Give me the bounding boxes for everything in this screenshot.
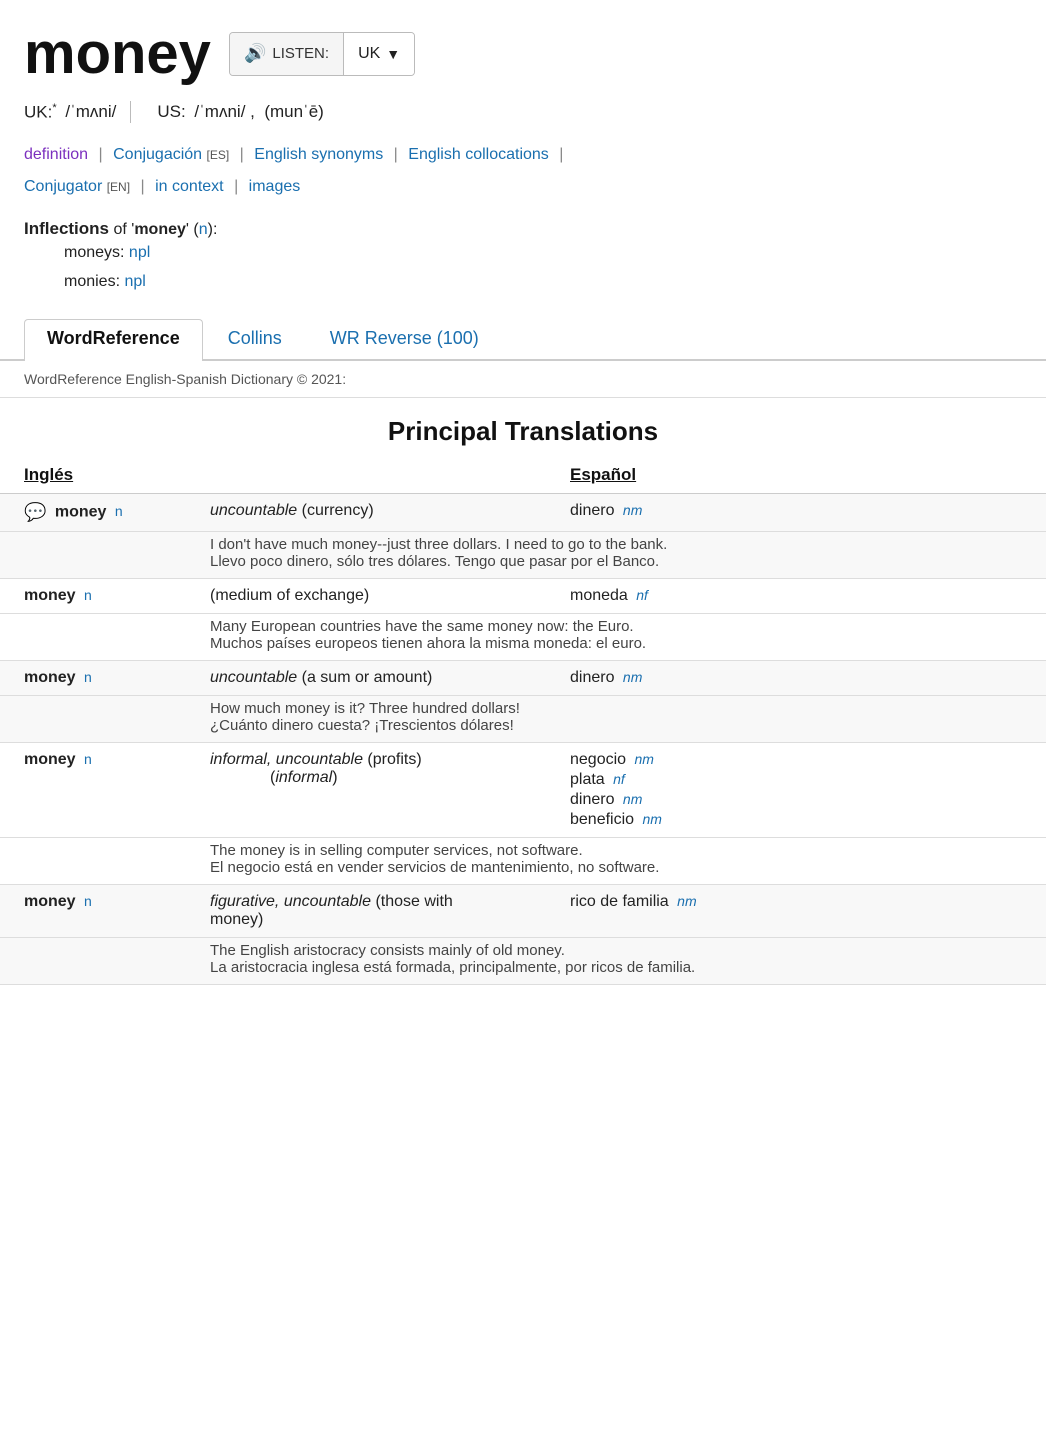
chevron-down-icon: ▼ xyxy=(386,46,400,62)
translation-cell: dinero nm xyxy=(560,493,1046,531)
uk-ipa: /ˈmʌni/ xyxy=(61,102,117,122)
link-in-context[interactable]: in context xyxy=(155,178,223,195)
tab-wr-reverse[interactable]: WR Reverse (100) xyxy=(307,319,502,359)
dict-credit: WordReference English-Spanish Dictionary… xyxy=(0,361,1046,398)
entry-pos: n xyxy=(84,669,92,685)
example-cell: Many European countries have the same mo… xyxy=(200,613,1046,660)
language-select[interactable]: UK ▼ xyxy=(344,33,414,75)
entry-pos: n xyxy=(84,587,92,603)
example-cell: The English aristocracy consists mainly … xyxy=(200,937,1046,984)
example-cell: How much money is it? Three hundred doll… xyxy=(200,695,1046,742)
translation-cell: negocio nm plata nf dinero nm beneficio … xyxy=(560,742,1046,837)
table-row: money n (medium of exchange) moneda nf xyxy=(0,578,1046,613)
table-row-example: How much money is it? Three hundred doll… xyxy=(0,695,1046,742)
link-images[interactable]: images xyxy=(249,178,301,195)
speaker-icon: 🔊 xyxy=(244,43,266,64)
section-title: Principal Translations xyxy=(0,398,1046,457)
col-header-es: Español xyxy=(560,457,1046,494)
table-row-example: I don't have much money--just three doll… xyxy=(0,531,1046,578)
inflection-monies: monies: npl xyxy=(24,268,1022,297)
translation-cell: rico de familia nm xyxy=(560,884,1046,937)
definition-cell: uncountable (a sum or amount) xyxy=(200,660,560,695)
entry-pos: n xyxy=(115,503,123,519)
table-row-example: Many European countries have the same mo… xyxy=(0,613,1046,660)
tab-collins[interactable]: Collins xyxy=(205,319,305,359)
table-row-example: The English aristocracy consists mainly … xyxy=(0,937,1046,984)
link-definition[interactable]: definition xyxy=(24,146,88,163)
entry-cell: 💬 money n xyxy=(0,493,200,531)
entry-word: money xyxy=(24,669,76,686)
pronunciation-uk: UK:* /ˈmʌni/ xyxy=(24,102,116,123)
inflection-moneys: moneys: npl xyxy=(24,239,1022,268)
entry-word: money xyxy=(24,893,76,910)
entry-cell: money n xyxy=(0,660,200,695)
example-cell: The money is in selling computer service… xyxy=(200,837,1046,884)
chat-icon: 💬 xyxy=(24,502,46,522)
example-cell: I don't have much money--just three doll… xyxy=(200,531,1046,578)
pronunciation-divider xyxy=(130,101,131,123)
entry-cell: money n xyxy=(0,578,200,613)
entry-word: money xyxy=(24,587,76,604)
uk-label: UK:* xyxy=(24,102,57,123)
selected-language: UK xyxy=(358,45,380,63)
entry-cell: money n xyxy=(0,884,200,937)
link-conjugacion[interactable]: Conjugación [ES] xyxy=(113,146,229,163)
link-collocations[interactable]: English collocations xyxy=(408,146,549,163)
entry-word: money xyxy=(55,503,107,520)
tabs-row: WordReference Collins WR Reverse (100) xyxy=(0,307,1046,361)
definition-cell: informal, uncountable (profits) (informa… xyxy=(200,742,560,837)
col-header-def xyxy=(200,457,560,494)
table-row: money n figurative, uncountable (those w… xyxy=(0,884,1046,937)
definition-cell: uncountable (currency) xyxy=(200,493,560,531)
definition-cell: figurative, uncountable (those withmoney… xyxy=(200,884,560,937)
translation-cell: moneda nf xyxy=(560,578,1046,613)
pronunciation-row: UK:* /ˈmʌni/ US: /ˈmʌni/ , (munˈē) xyxy=(0,97,1046,133)
entry-pos: n xyxy=(84,751,92,767)
header: money 🔊 LISTEN: UK ▼ xyxy=(0,0,1046,97)
entry-cell: money n xyxy=(0,742,200,837)
link-n[interactable]: n xyxy=(199,221,208,238)
translation-cell: dinero nm xyxy=(560,660,1046,695)
link-synonyms[interactable]: English synonyms xyxy=(254,146,383,163)
inflections-title: Inflections xyxy=(24,219,109,238)
listen-button[interactable]: 🔊 LISTEN: xyxy=(230,33,344,75)
table-row: money n informal, uncountable (profits) … xyxy=(0,742,1046,837)
inflections-word: of 'money' (n): xyxy=(113,221,217,238)
link-conjugator[interactable]: Conjugator [EN] xyxy=(24,178,130,195)
listen-label: LISTEN: xyxy=(272,45,329,62)
link-npl-moneys[interactable]: npl xyxy=(129,244,150,261)
inflections-section: Inflections of 'money' (n): moneys: npl … xyxy=(0,209,1046,307)
link-npl-monies[interactable]: npl xyxy=(124,273,145,290)
us-label: US: xyxy=(157,102,190,122)
links-section: definition | Conjugación [ES] | English … xyxy=(0,133,1046,209)
listen-widget: 🔊 LISTEN: UK ▼ xyxy=(229,32,415,76)
table-row-example: The money is in selling computer service… xyxy=(0,837,1046,884)
pronunciation-us: US: /ˈmʌni/ , (munˈē) xyxy=(157,102,323,122)
translation-table: Inglés Español 💬 money n uncountable (cu… xyxy=(0,457,1046,985)
table-row: money n uncountable (a sum or amount) di… xyxy=(0,660,1046,695)
definition-cell: (medium of exchange) xyxy=(200,578,560,613)
us-ipa: /ˈmʌni/ , (munˈē) xyxy=(194,102,323,122)
word-title: money xyxy=(24,20,211,87)
entry-word: money xyxy=(24,751,76,768)
tab-wordreference[interactable]: WordReference xyxy=(24,319,203,361)
col-header-en: Inglés xyxy=(0,457,200,494)
entry-pos: n xyxy=(84,893,92,909)
table-row: 💬 money n uncountable (currency) dinero … xyxy=(0,493,1046,531)
